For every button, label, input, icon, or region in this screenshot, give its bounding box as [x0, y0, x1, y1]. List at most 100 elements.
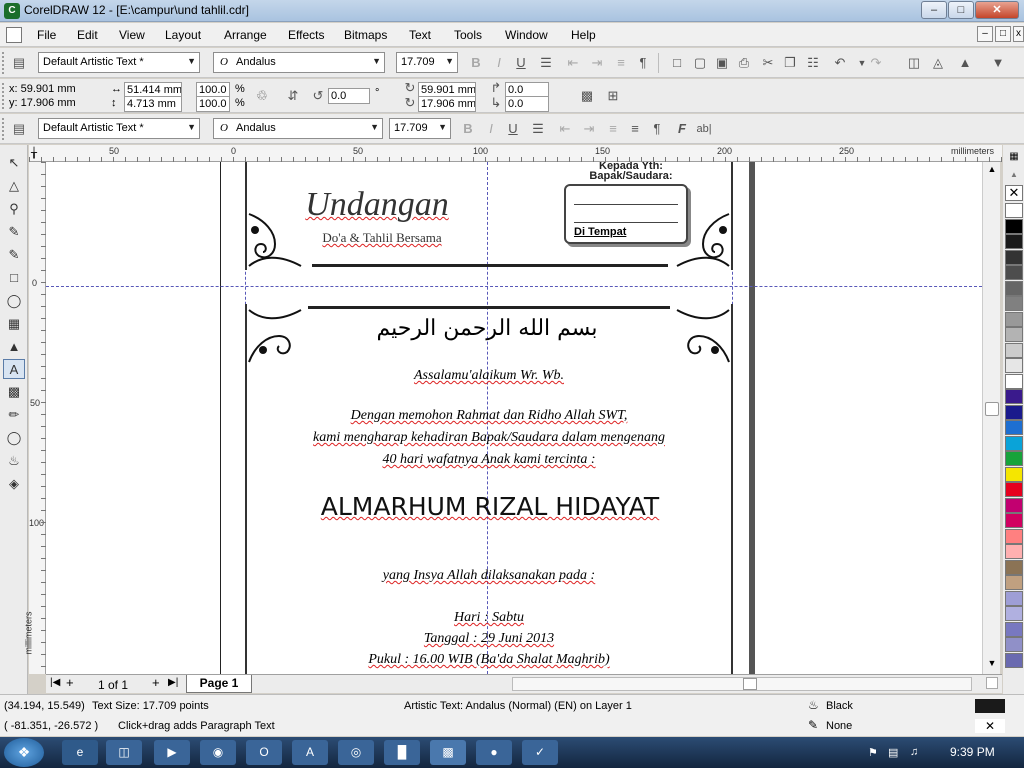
- command-prompt-icon[interactable]: █: [384, 740, 420, 765]
- zoom-tool-icon[interactable]: ⚲: [3, 199, 25, 219]
- text-format-icon[interactable]: ▤: [9, 119, 29, 139]
- interactive-tool-icon[interactable]: ▩: [3, 382, 25, 402]
- navigator-icon[interactable]: [986, 677, 998, 689]
- copy-icon[interactable]: ❐: [780, 53, 800, 73]
- text-format-icon[interactable]: ▤: [9, 53, 29, 73]
- color-swatch[interactable]: [1005, 466, 1023, 482]
- color-swatch[interactable]: [1005, 528, 1023, 544]
- lock-ratio-icon[interactable]: ♲: [252, 86, 272, 106]
- align-icon[interactable]: ☰: [536, 53, 556, 73]
- color-swatch[interactable]: [1005, 497, 1023, 513]
- no-color-swatch[interactable]: ✕: [1005, 185, 1023, 201]
- italic-icon[interactable]: I: [489, 53, 509, 73]
- color-swatch[interactable]: [1005, 621, 1023, 637]
- horizontal-guideline[interactable]: [46, 286, 982, 287]
- export-icon[interactable]: ◬: [928, 53, 948, 73]
- horizontal-scrollbar[interactable]: [512, 677, 972, 691]
- edit-text-icon[interactable]: ab|: [694, 119, 714, 139]
- paragraph-icon[interactable]: ¶: [647, 119, 667, 139]
- menu-edit[interactable]: Edit: [77, 28, 98, 42]
- firefox-icon[interactable]: ◉: [200, 740, 236, 765]
- color-swatch[interactable]: [1005, 482, 1023, 497]
- save-icon[interactable]: ▣: [712, 53, 732, 73]
- outdent-icon[interactable]: ⇥: [579, 119, 599, 139]
- color-swatch[interactable]: [1005, 234, 1023, 249]
- indent-icon[interactable]: ⇤: [555, 119, 575, 139]
- last-page-icon[interactable]: ▶|: [168, 677, 178, 688]
- menu-layout[interactable]: Layout: [165, 28, 201, 42]
- drop-cap-icon[interactable]: ≡: [625, 119, 645, 139]
- menu-bitmaps[interactable]: Bitmaps: [344, 28, 387, 42]
- doc-restore-button[interactable]: □: [995, 26, 1011, 42]
- open-icon[interactable]: ▢: [690, 53, 710, 73]
- font-combo[interactable]: O Andalus ▼: [213, 118, 383, 139]
- color-swatch[interactable]: [1005, 296, 1023, 311]
- menu-arrange[interactable]: Arrange: [224, 28, 267, 42]
- record-icon[interactable]: ●: [476, 740, 512, 765]
- coreldraw-taskbar-icon[interactable]: ▩: [430, 740, 466, 765]
- convert-icon[interactable]: ⊞: [603, 86, 623, 106]
- align-icon[interactable]: ☰: [528, 119, 548, 139]
- menu-help[interactable]: Help: [571, 28, 596, 42]
- text-style-combo[interactable]: Default Artistic Text * ▼: [38, 118, 200, 139]
- shape-tool-icon[interactable]: △: [3, 176, 25, 196]
- vertical-ruler[interactable]: 0 50 100 millimeters: [24, 162, 46, 674]
- color-swatch[interactable]: [1005, 513, 1023, 528]
- color-swatch[interactable]: [1005, 342, 1023, 358]
- bold-icon[interactable]: B: [466, 53, 486, 73]
- zoom-level-icon[interactable]: ▼: [988, 53, 1008, 73]
- cut-icon[interactable]: ✂: [758, 53, 778, 73]
- y-position-field[interactable]: y: 17.906 mm: [7, 96, 95, 112]
- mirror-icon[interactable]: ⇵: [283, 86, 303, 106]
- rectangle-tool-icon[interactable]: □: [3, 268, 25, 288]
- media-player-icon[interactable]: ▶: [154, 740, 190, 765]
- deceased-name[interactable]: ALMARHUM RIZAL HIDAYAT: [308, 492, 672, 521]
- doc-close-button[interactable]: x: [1013, 26, 1024, 42]
- text-tool-icon[interactable]: A: [3, 359, 25, 379]
- menu-effects[interactable]: Effects: [288, 28, 324, 42]
- file-explorer-icon[interactable]: ◫: [106, 740, 142, 765]
- color-swatch[interactable]: [1005, 389, 1023, 404]
- drawing-canvas[interactable]: Undangan Do'a & Tahlil Bersama Kepada Yt…: [46, 162, 982, 674]
- scroll-thumb[interactable]: [985, 402, 999, 416]
- color-swatch[interactable]: [1005, 420, 1023, 435]
- color-swatch[interactable]: [1005, 311, 1023, 327]
- color-swatch[interactable]: [1005, 590, 1023, 606]
- color-swatch[interactable]: [1005, 637, 1023, 652]
- opera-icon[interactable]: O: [246, 740, 282, 765]
- volume-icon[interactable]: ♫: [910, 746, 918, 758]
- bullet-list-icon[interactable]: ≡: [603, 119, 623, 139]
- color-swatch[interactable]: [1005, 373, 1023, 389]
- network-icon[interactable]: ▤: [888, 746, 898, 759]
- redo-icon[interactable]: ↷: [866, 53, 886, 73]
- prev-page-icon[interactable]: +: [66, 675, 74, 690]
- menu-window[interactable]: Window: [505, 28, 548, 42]
- toolbar-grip[interactable]: [2, 52, 6, 74]
- start-button[interactable]: ❖: [4, 738, 44, 767]
- doc-minimize-button[interactable]: –: [977, 26, 993, 42]
- app-icon[interactable]: A: [292, 740, 328, 765]
- outdent-icon[interactable]: ⇥: [587, 53, 607, 73]
- interactive-fill-tool-icon[interactable]: ◈: [3, 474, 25, 494]
- italic-icon[interactable]: I: [481, 119, 501, 139]
- pick-tool-icon[interactable]: ↖: [3, 153, 25, 173]
- rotation-field[interactable]: 0.0: [328, 88, 370, 104]
- scroll-thumb[interactable]: [743, 678, 757, 690]
- underline-icon[interactable]: U: [503, 119, 523, 139]
- page-tab[interactable]: Page 1: [186, 675, 252, 693]
- horizontal-ruler[interactable]: ╁ 50 0 50 100 150 200 250 millimeters: [29, 145, 1002, 162]
- application-launcher-icon[interactable]: ▲: [955, 53, 975, 73]
- color-swatch[interactable]: [1005, 280, 1023, 296]
- palette-menu-icon[interactable]: ▦: [1005, 151, 1023, 165]
- outline-tool-icon[interactable]: ◯: [3, 428, 25, 448]
- color-swatch[interactable]: [1005, 249, 1023, 265]
- eyedropper-tool-icon[interactable]: ✏: [3, 405, 25, 425]
- scale-height-field[interactable]: 100.0: [196, 96, 230, 112]
- smart-fill-tool-icon[interactable]: ✎: [3, 245, 25, 265]
- vertical-scrollbar[interactable]: ▲ ▼: [982, 162, 1000, 674]
- menu-text[interactable]: Text: [409, 28, 431, 42]
- rotate-icon[interactable]: ↺: [308, 86, 328, 106]
- color-swatch[interactable]: [1005, 435, 1023, 451]
- transform-icon[interactable]: ▩: [577, 86, 597, 106]
- skew-v-field[interactable]: 0.0: [505, 96, 549, 112]
